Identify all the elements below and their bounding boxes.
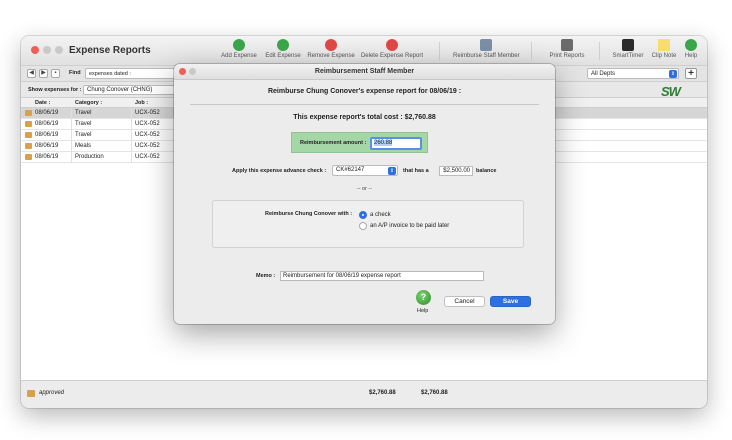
- plus-icon: [233, 39, 245, 51]
- dialog-title: Reimbursement Staff Member: [174, 64, 555, 80]
- back-button[interactable]: ◀: [27, 69, 36, 78]
- remove-expense-button[interactable]: Remove Expense: [307, 39, 355, 65]
- find-label: Find: [69, 70, 81, 76]
- approved-icon: [27, 390, 35, 397]
- approved-icon: [25, 143, 32, 149]
- help-label: Help: [417, 308, 429, 314]
- delete-icon: [386, 39, 398, 51]
- reimburse-with-label: Reimburse Chung Conover with :: [265, 211, 353, 217]
- approved-icon: [25, 154, 32, 160]
- toolbar-separator: [531, 42, 532, 60]
- column-divider: [71, 108, 72, 163]
- reimburse-icon: [480, 39, 492, 51]
- reimbursement-dialog: Reimbursement Staff Member Reimburse Chu…: [174, 64, 555, 324]
- reimbursement-amount-label: Reimbursement amount :: [300, 140, 367, 146]
- window-title: Expense Reports: [69, 45, 151, 56]
- add-button[interactable]: +: [685, 68, 697, 79]
- reimbursement-amount-input[interactable]: 260.88: [370, 137, 422, 150]
- cancel-button[interactable]: Cancel: [444, 296, 485, 307]
- delete-expense-report-button[interactable]: Delete Expense Report: [359, 39, 425, 65]
- column-header-category[interactable]: Category :: [75, 100, 102, 106]
- chevron-down-icon: ⇕: [669, 70, 677, 78]
- memo-input[interactable]: Reimbursement for 08/06/19 expense repor…: [280, 271, 484, 281]
- radio-check[interactable]: [359, 211, 367, 219]
- has-a-label: that has a: [403, 168, 429, 174]
- advance-check-selector[interactable]: CK#62147 ⇕: [332, 165, 398, 176]
- reimbursement-amount-box: Reimbursement amount : 260.88: [291, 132, 428, 153]
- approved-icon: [25, 132, 32, 138]
- status-text: approved: [39, 390, 65, 396]
- remove-icon: [325, 39, 337, 51]
- approved-icon: [25, 110, 32, 116]
- dept-selector[interactable]: All Depts ⇕: [587, 68, 679, 79]
- footer-bar: approved $2,760.88 $2,760.88: [21, 380, 707, 408]
- footer-total: $2,760.88: [369, 390, 396, 396]
- dialog-heading: Reimburse Chung Conover's expense report…: [267, 88, 462, 95]
- column-divider: [131, 108, 132, 163]
- minimize-window-button[interactable]: [43, 46, 51, 54]
- app-logo: SW: [661, 84, 681, 99]
- memo-label: Memo :: [256, 273, 276, 279]
- advance-amount-field: $2,500.00: [439, 166, 473, 176]
- toolbar-separator: [439, 42, 440, 60]
- column-header-date[interactable]: Date :: [35, 100, 50, 106]
- printer-icon: [561, 39, 573, 51]
- reimburse-with-group: Reimburse Chung Conover with : a check a…: [212, 200, 524, 248]
- forward-button[interactable]: ▶: [39, 69, 48, 78]
- timer-icon: [622, 39, 634, 51]
- dialog-close-button[interactable]: [179, 68, 186, 75]
- dialog-minimize-button[interactable]: [189, 68, 196, 75]
- print-reports-button[interactable]: Print Reports: [545, 39, 589, 65]
- close-window-button[interactable]: [31, 46, 39, 54]
- balance-label: balance: [476, 168, 497, 174]
- show-expenses-label: Show expenses for :: [28, 87, 82, 93]
- option-invoice-label[interactable]: an A/P invoice to be paid later: [370, 223, 449, 229]
- help-button[interactable]: Help: [681, 39, 701, 65]
- reimburse-staff-member-button[interactable]: Reimburse Staff Member: [453, 39, 520, 65]
- or-separator: -- or --: [356, 186, 373, 192]
- lock-icon[interactable]: ▪: [51, 69, 60, 78]
- find-selector[interactable]: expenses dated :: [85, 68, 175, 79]
- edit-icon: [277, 39, 289, 51]
- total-cost-text: This expense report's total cost : $2,76…: [293, 114, 436, 121]
- clip-note-button[interactable]: Clip Note: [649, 39, 679, 65]
- edit-expense-button[interactable]: Edit Expense: [263, 39, 303, 65]
- note-icon: [658, 39, 670, 51]
- column-header-job[interactable]: Job :: [135, 100, 148, 106]
- help-icon[interactable]: ?: [416, 290, 431, 305]
- add-expense-button[interactable]: Add Expense: [219, 39, 259, 65]
- staff-selector[interactable]: Chung Conover (CHNG): [83, 85, 179, 95]
- radio-invoice[interactable]: [359, 222, 367, 230]
- footer-total-reimbursed: $2,760.88: [421, 390, 448, 396]
- zoom-window-button[interactable]: [55, 46, 63, 54]
- divider: [190, 104, 539, 105]
- chevron-down-icon: ⇕: [388, 167, 396, 175]
- title-bar: Expense Reports Add Expense Edit Expense…: [21, 36, 707, 66]
- option-check-label[interactable]: a check: [370, 212, 391, 218]
- toolbar-separator: [599, 42, 600, 60]
- approved-icon: [25, 121, 32, 127]
- help-icon: [685, 39, 697, 51]
- save-button[interactable]: Save: [490, 296, 531, 307]
- advance-check-label: Apply this expense advance check :: [232, 168, 327, 174]
- smarttimer-button[interactable]: SmartTimer: [611, 39, 645, 65]
